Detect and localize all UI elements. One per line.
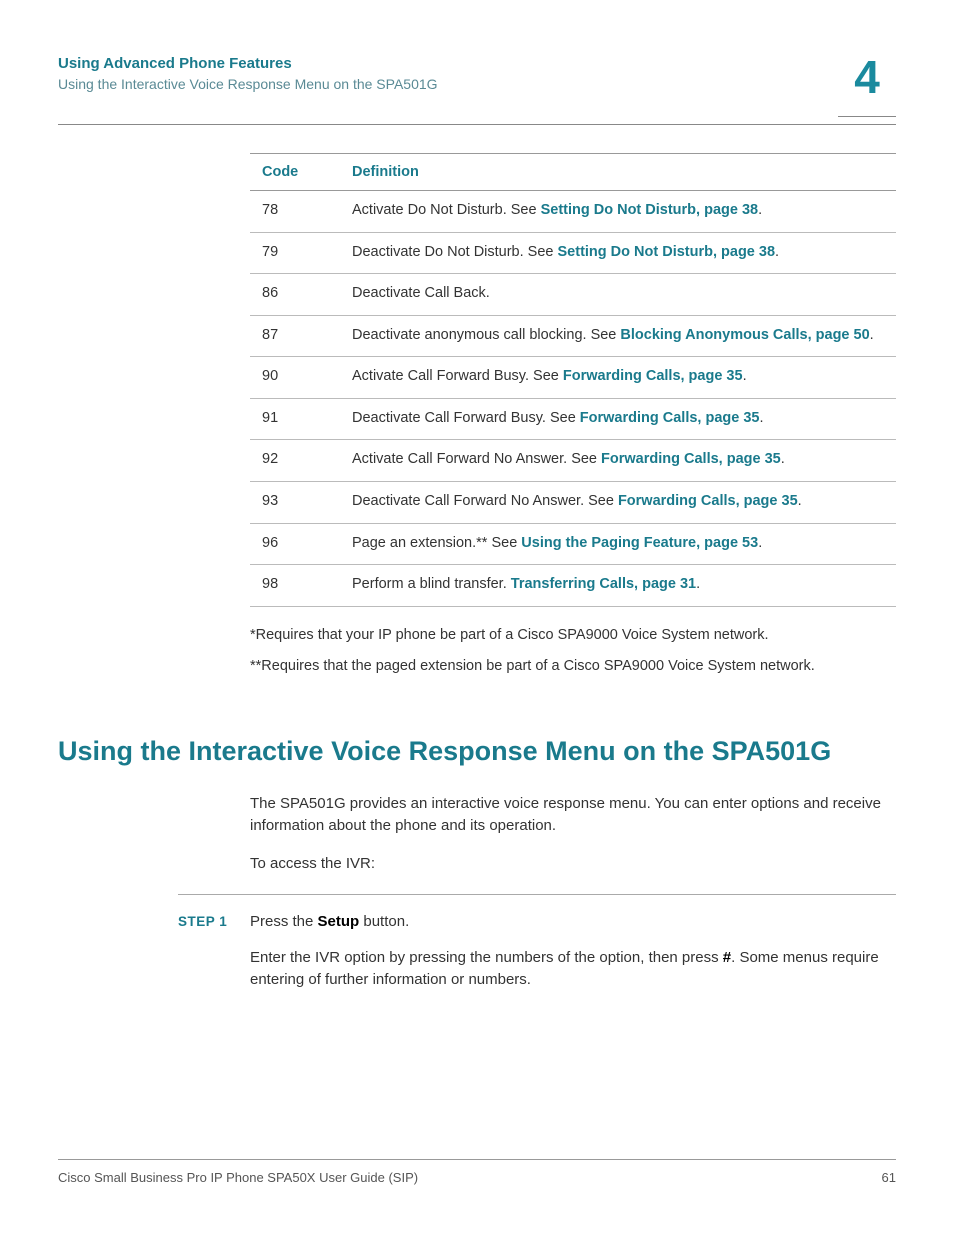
footnote-2: **Requires that the paged extension be p… [250, 656, 896, 678]
code-cell: 79 [250, 232, 340, 274]
def-text: . [759, 410, 763, 426]
table-row: 96Page an extension.** See Using the Pag… [250, 523, 896, 565]
def-text: . [758, 535, 762, 551]
def-text: . [870, 327, 874, 343]
intro-paragraph: The SPA501G provides an interactive voic… [250, 793, 896, 837]
def-text: . [798, 493, 802, 509]
followup-text: Enter the IVR option by pressing the num… [250, 949, 723, 966]
section-heading: Using the Interactive Voice Response Men… [58, 736, 896, 767]
table-row: 87Deactivate anonymous call blocking. Se… [250, 315, 896, 357]
table-row: 79Deactivate Do Not Disturb. See Setting… [250, 232, 896, 274]
def-text: Deactivate Call Forward No Answer. See [352, 493, 618, 509]
def-text: Deactivate anonymous call blocking. See [352, 327, 620, 343]
cross-reference-link[interactable]: Forwarding Calls, page 35 [563, 368, 743, 384]
code-cell: 86 [250, 274, 340, 316]
def-text: . [775, 244, 779, 260]
cross-reference-link[interactable]: Blocking Anonymous Calls, page 50 [620, 327, 869, 343]
footer-doc-title: Cisco Small Business Pro IP Phone SPA50X… [58, 1170, 418, 1185]
code-cell: 92 [250, 440, 340, 482]
code-cell: 87 [250, 315, 340, 357]
breadcrumb: Using the Interactive Voice Response Men… [58, 76, 896, 92]
definition-cell: Deactivate Call Forward Busy. See Forwar… [340, 398, 896, 440]
star-codes-table: Code Definition 78Activate Do Not Distur… [250, 153, 896, 607]
definition-cell: Deactivate Call Back. [340, 274, 896, 316]
step-body: Press the Setup button. [250, 911, 896, 933]
definition-cell: Deactivate anonymous call blocking. See … [340, 315, 896, 357]
page-header: Using Advanced Phone Features Using the … [58, 55, 896, 92]
cross-reference-link[interactable]: Using the Paging Feature, page 53 [521, 535, 758, 551]
step-divider [178, 894, 896, 895]
col-header-definition: Definition [340, 154, 896, 191]
step-label: STEP 1 [178, 911, 250, 933]
setup-button-label: Setup [318, 913, 360, 930]
pound-key: # [723, 949, 731, 966]
definition-cell: Perform a blind transfer. Transferring C… [340, 565, 896, 607]
code-cell: 90 [250, 357, 340, 399]
def-text: Deactivate Call Forward Busy. See [352, 410, 580, 426]
code-cell: 91 [250, 398, 340, 440]
definition-cell: Deactivate Do Not Disturb. See Setting D… [340, 232, 896, 274]
step-text: Press the [250, 913, 318, 930]
def-text: Deactivate Do Not Disturb. See [352, 244, 558, 260]
table-row: 78Activate Do Not Disturb. See Setting D… [250, 191, 896, 233]
chapter-number-box: 4 [838, 47, 896, 117]
def-text: . [781, 451, 785, 467]
access-label: To access the IVR: [250, 853, 896, 875]
col-header-code: Code [250, 154, 340, 191]
code-cell: 98 [250, 565, 340, 607]
chapter-title: Using Advanced Phone Features [58, 55, 896, 72]
def-text: Activate Do Not Disturb. See [352, 202, 541, 218]
definition-cell: Activate Do Not Disturb. See Setting Do … [340, 191, 896, 233]
table-row: 92Activate Call Forward No Answer. See F… [250, 440, 896, 482]
definition-cell: Deactivate Call Forward No Answer. See F… [340, 481, 896, 523]
def-text: . [743, 368, 747, 384]
definition-cell: Page an extension.** See Using the Pagin… [340, 523, 896, 565]
def-text: Deactivate Call Back. [352, 285, 490, 301]
footer-page-number: 61 [882, 1170, 896, 1185]
table-row: 90Activate Call Forward Busy. See Forwar… [250, 357, 896, 399]
def-text: Page an extension.** See [352, 535, 521, 551]
table-region: Code Definition 78Activate Do Not Distur… [250, 153, 896, 678]
cross-reference-link[interactable]: Forwarding Calls, page 35 [580, 410, 760, 426]
def-text: Activate Call Forward No Answer. See [352, 451, 601, 467]
definition-cell: Activate Call Forward No Answer. See For… [340, 440, 896, 482]
cross-reference-link[interactable]: Forwarding Calls, page 35 [601, 451, 781, 467]
page-footer: Cisco Small Business Pro IP Phone SPA50X… [58, 1159, 896, 1185]
code-cell: 78 [250, 191, 340, 233]
section-body: The SPA501G provides an interactive voic… [250, 793, 896, 874]
table-row: 86 Deactivate Call Back. [250, 274, 896, 316]
def-text: . [758, 202, 762, 218]
footnote-1: *Requires that your IP phone be part of … [250, 625, 896, 647]
def-text: Activate Call Forward Busy. See [352, 368, 563, 384]
cross-reference-link[interactable]: Transferring Calls, page 31 [511, 576, 696, 592]
code-cell: 96 [250, 523, 340, 565]
table-row: 98Perform a blind transfer. Transferring… [250, 565, 896, 607]
def-text: Perform a blind transfer. [352, 576, 511, 592]
cross-reference-link[interactable]: Setting Do Not Disturb, page 38 [558, 244, 776, 260]
cross-reference-link[interactable]: Forwarding Calls, page 35 [618, 493, 798, 509]
chapter-number: 4 [838, 47, 896, 107]
code-cell: 93 [250, 481, 340, 523]
step-followup: Enter the IVR option by pressing the num… [250, 947, 896, 991]
step-text: button. [359, 913, 409, 930]
table-header-row: Code Definition [250, 154, 896, 191]
step-1: STEP 1 Press the Setup button. [178, 911, 896, 933]
header-divider [58, 124, 896, 125]
definition-cell: Activate Call Forward Busy. See Forwardi… [340, 357, 896, 399]
def-text: . [696, 576, 700, 592]
table-footnotes: *Requires that your IP phone be part of … [250, 625, 896, 679]
table-row: 93Deactivate Call Forward No Answer. See… [250, 481, 896, 523]
table-row: 91Deactivate Call Forward Busy. See Forw… [250, 398, 896, 440]
cross-reference-link[interactable]: Setting Do Not Disturb, page 38 [541, 202, 759, 218]
